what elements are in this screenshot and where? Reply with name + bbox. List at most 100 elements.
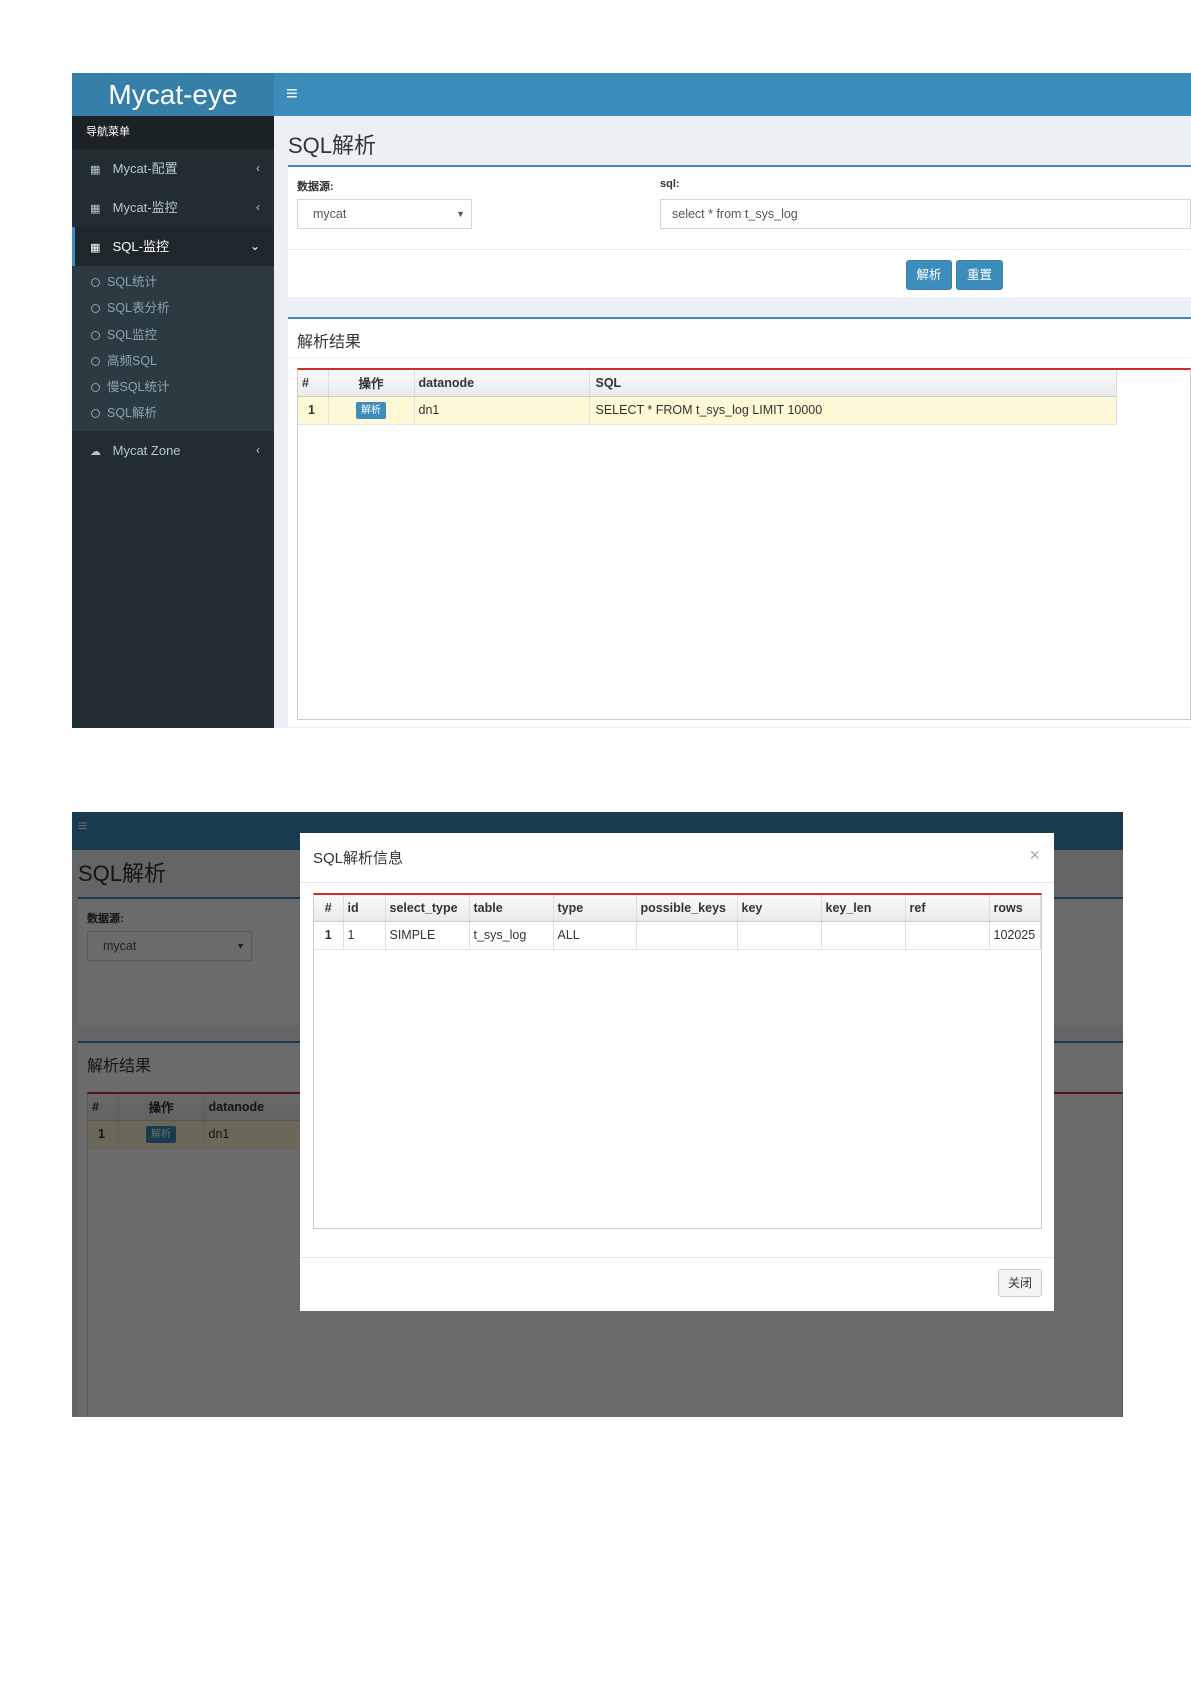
- row-parse-button[interactable]: 解析: [356, 401, 386, 419]
- column-header: 操作: [328, 370, 415, 397]
- content-area: SQL解析 数据源: mycat ▼ sql: select * from t_…: [274, 116, 1191, 728]
- cell-id: 1: [343, 921, 386, 950]
- column-header: #: [298, 370, 329, 397]
- sidebar-subitem-sql-monitor[interactable]: SQL监控: [72, 322, 274, 348]
- datasource-selected-value: mycat: [313, 207, 347, 221]
- cell-rows: 102025: [989, 921, 1041, 950]
- menu-toggle-icon[interactable]: ≡: [286, 82, 298, 106]
- sidebar-item-mycat-config[interactable]: ▦ Mycat-配置 ‹: [72, 149, 274, 188]
- column-header: key: [737, 895, 822, 922]
- sidebar-item-sql-monitor[interactable]: ▦ SQL-监控 ⌄: [72, 227, 274, 266]
- cell-possible-keys: [636, 921, 738, 950]
- sidebar-subitem-sql-table-analysis[interactable]: SQL表分析: [72, 295, 274, 321]
- subitem-label: 慢SQL统计: [107, 380, 170, 395]
- cell-table: t_sys_log: [469, 921, 554, 950]
- row-sql: SELECT * FROM t_sys_log LIMIT 10000: [589, 396, 1117, 425]
- sidebar-subitem-slow-sql[interactable]: 慢SQL统计: [72, 374, 274, 400]
- column-header: table: [469, 895, 554, 922]
- sidebar-item-label: Mycat-配置: [112, 161, 178, 176]
- results-box: 解析结果 # 操作 datanode SQL 1 解析 dn1 SELECT *…: [288, 317, 1191, 727]
- top-navbar: ≡: [274, 73, 1191, 116]
- circle-icon: [91, 304, 100, 314]
- close-icon[interactable]: ×: [1029, 845, 1040, 866]
- subitem-label: SQL解析: [107, 406, 158, 421]
- subitem-label: SQL监控: [107, 327, 158, 342]
- table-header-row: # 操作 datanode SQL: [298, 370, 1117, 397]
- modal-title: SQL解析信息: [313, 850, 404, 867]
- main-window: Mycat-eye ≡ 导航菜单 ▦ Mycat-配置 ‹ ▦ Mycat-监控…: [72, 73, 1191, 728]
- dropdown-caret-icon: ▼: [456, 209, 465, 219]
- subitem-label: SQL表分析: [107, 301, 170, 316]
- sidebar-item-label: SQL-监控: [112, 239, 169, 254]
- modal-header-divider: [300, 882, 1054, 883]
- circle-icon: [91, 278, 100, 287]
- grid-icon: ▦: [90, 242, 101, 254]
- cell-type: ALL: [553, 921, 637, 950]
- row-index: 1: [298, 396, 329, 425]
- column-header: key_len: [821, 895, 906, 922]
- sidebar-item-label: Mycat-监控: [112, 200, 178, 215]
- column-header: ref: [905, 895, 990, 922]
- column-header: rows: [989, 895, 1041, 922]
- chevron-left-icon: ‹: [256, 442, 260, 457]
- sidebar-header: 导航菜单: [72, 116, 274, 149]
- modal-window: ≡ SQL解析 数据源: mycat ▼ 解析结果 # 操作 datanode: [72, 812, 1123, 1417]
- datasource-select[interactable]: mycat ▼: [297, 199, 472, 229]
- column-header: select_type: [385, 895, 470, 922]
- subitem-label: SQL统计: [107, 275, 158, 289]
- column-header: possible_keys: [636, 895, 738, 922]
- column-header: datanode: [414, 370, 590, 397]
- results-title: 解析结果: [297, 334, 362, 351]
- circle-icon: [91, 356, 100, 366]
- modal-footer-divider: [300, 1257, 1054, 1258]
- row-datanode: dn1: [414, 396, 590, 425]
- chevron-left-icon: ‹: [256, 161, 260, 175]
- column-header: #: [314, 895, 344, 922]
- table-row[interactable]: 1 解析 dn1 SELECT * FROM t_sys_log LIMIT 1…: [298, 396, 1117, 425]
- sidebar-subitem-sql-parse[interactable]: SQL解析: [72, 400, 274, 426]
- datasource-label: 数据源:: [297, 181, 334, 193]
- sidebar-subitem-sql-stats[interactable]: SQL统计: [72, 269, 274, 295]
- sql-label: sql:: [660, 178, 680, 190]
- query-form-box: 数据源: mycat ▼ sql: select * from t_sys_lo…: [288, 165, 1191, 297]
- explain-grid: # id select_type table type possible_key…: [313, 893, 1042, 1229]
- table-row[interactable]: 1 1 SIMPLE t_sys_log ALL 102025: [314, 921, 1041, 950]
- app-logo[interactable]: Mycat-eye: [72, 73, 274, 116]
- grid-icon: ▦: [90, 203, 101, 215]
- sidebar-item-mycat-zone[interactable]: ☁ Mycat Zone ‹: [72, 431, 274, 470]
- sidebar-submenu: SQL统计 SQL表分析 SQL监控 高频SQL 慢SQL统计 SQL解析: [72, 266, 274, 431]
- results-divider: [288, 357, 1191, 358]
- form-divider: [288, 249, 1191, 250]
- column-header: SQL: [589, 370, 1117, 397]
- close-button[interactable]: 关闭: [998, 1269, 1042, 1297]
- cell-select-type: SIMPLE: [385, 921, 470, 950]
- sidebar-subitem-frequent-sql[interactable]: 高频SQL: [72, 348, 274, 374]
- explain-table: # id select_type table type possible_key…: [314, 895, 1041, 950]
- cloud-icon: ☁: [90, 445, 101, 458]
- parse-button[interactable]: 解析: [906, 260, 952, 290]
- cell-key: [737, 921, 822, 950]
- cell-index: 1: [314, 921, 344, 950]
- row-action-cell: 解析: [328, 396, 415, 425]
- results-grid: # 操作 datanode SQL 1 解析 dn1 SELECT * FROM…: [297, 368, 1191, 720]
- cell-key-len: [821, 921, 906, 950]
- reset-button[interactable]: 重置: [956, 260, 1003, 290]
- sidebar: 导航菜单 ▦ Mycat-配置 ‹ ▦ Mycat-监控 ‹ ▦ SQL-监控 …: [72, 116, 274, 728]
- chevron-left-icon: ‹: [256, 200, 260, 214]
- results-table: # 操作 datanode SQL 1 解析 dn1 SELECT * FROM…: [298, 370, 1117, 425]
- table-header-row: # id select_type table type possible_key…: [314, 895, 1041, 922]
- column-header: id: [343, 895, 386, 922]
- sidebar-item-mycat-monitor[interactable]: ▦ Mycat-监控 ‹: [72, 188, 274, 227]
- cell-ref: [905, 921, 990, 950]
- grid-icon: ▦: [90, 164, 101, 176]
- sql-input[interactable]: select * from t_sys_log: [660, 199, 1191, 229]
- circle-icon: [91, 409, 100, 419]
- subitem-label: 高频SQL: [107, 353, 158, 368]
- chevron-down-icon: ⌄: [249, 239, 260, 253]
- sidebar-item-label: Mycat Zone: [112, 442, 181, 458]
- sql-explain-modal: SQL解析信息 × # id select_type table type po…: [300, 833, 1054, 1311]
- page-title: SQL解析: [288, 133, 377, 158]
- column-header: type: [553, 895, 637, 922]
- circle-icon: [91, 383, 100, 393]
- circle-icon: [91, 330, 100, 340]
